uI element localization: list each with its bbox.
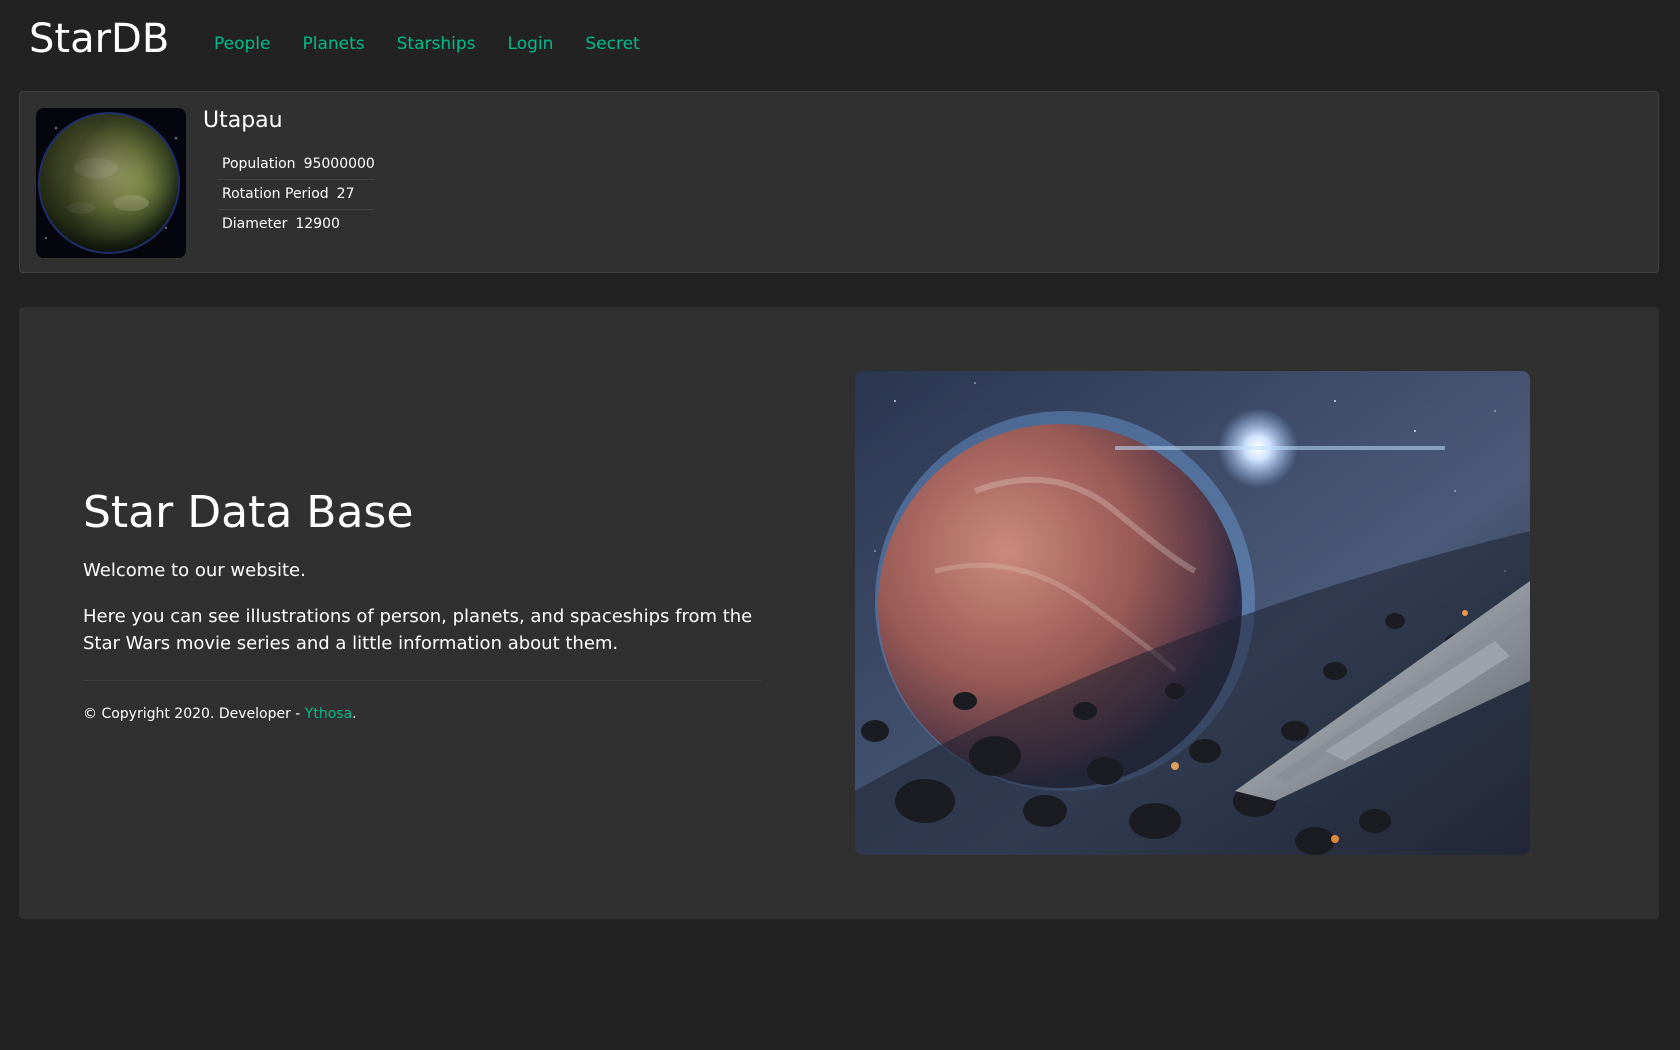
detail-term: Diameter <box>222 216 288 232</box>
description-text: Here you can see illustrations of person… <box>83 606 753 654</box>
nav-link-secret[interactable]: Secret <box>585 34 639 54</box>
nav-link-starships[interactable]: Starships <box>397 34 476 54</box>
detail-row-population: Population 95000000 <box>218 150 375 180</box>
planet-name: Utapau <box>203 108 283 133</box>
brand-logo[interactable]: StarDB <box>29 16 169 62</box>
nav-link-login[interactable]: Login <box>508 34 554 54</box>
detail-value: 12900 <box>295 216 340 232</box>
copyright-text: © Copyright 2020. Developer - Ythosa. <box>83 706 357 722</box>
main-nav: People Planets Starships Login Secret <box>214 34 672 54</box>
detail-term: Population <box>222 156 296 172</box>
nav-link-planets[interactable]: Planets <box>302 34 364 54</box>
random-planet-card: Utapau Population 95000000 Rotation Peri… <box>19 91 1659 273</box>
detail-value: 27 <box>336 186 355 202</box>
copyright-prefix: © Copyright 2020. Developer - <box>83 706 305 722</box>
page-title: Star Data Base <box>83 487 414 538</box>
nav-link-people[interactable]: People <box>214 34 270 54</box>
planet-details-list: Population 95000000 Rotation Period 27 D… <box>218 150 375 240</box>
detail-row-diameter: Diameter 12900 <box>218 210 374 240</box>
detail-row-rotation-period: Rotation Period 27 <box>218 180 374 210</box>
space-scene-image <box>855 371 1530 855</box>
copyright-suffix: . <box>352 706 357 722</box>
divider <box>83 680 761 681</box>
app-header: StarDB People Planets Starships Login Se… <box>0 0 1680 90</box>
welcome-text: Welcome to our website. <box>83 560 306 581</box>
planet-image <box>36 108 186 258</box>
detail-term: Rotation Period <box>222 186 329 202</box>
welcome-jumbotron: Star Data Base Welcome to our website. H… <box>19 307 1659 919</box>
developer-link[interactable]: Ythosa <box>305 706 352 722</box>
detail-value: 95000000 <box>303 156 375 172</box>
